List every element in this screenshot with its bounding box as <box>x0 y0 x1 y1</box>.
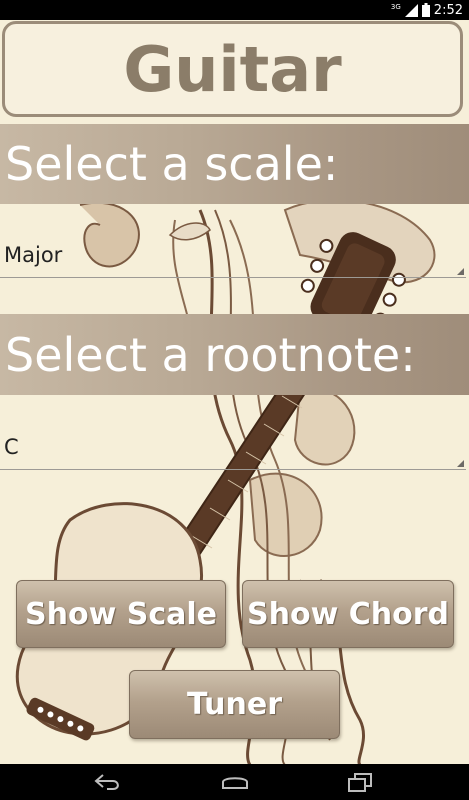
home-button[interactable] <box>215 770 255 794</box>
scale-spinner[interactable]: Major <box>0 234 466 278</box>
status-icons: 3G 2:52 <box>391 2 463 18</box>
signal-icon <box>404 3 418 17</box>
back-button[interactable] <box>88 770 128 794</box>
rootnote-spinner[interactable]: C <box>0 426 466 470</box>
scale-section-header: Select a scale: <box>0 124 469 204</box>
rootnote-section-header: Select a rootnote: <box>0 314 469 395</box>
app-title: Guitar <box>123 32 342 106</box>
recent-apps-icon <box>348 773 372 792</box>
scale-spinner-value: Major <box>4 243 63 267</box>
rootnote-spinner-value: C <box>4 435 19 459</box>
recent-apps-button[interactable] <box>340 770 380 794</box>
status-time: 2:52 <box>433 2 463 18</box>
app-title-box: Guitar <box>2 21 463 117</box>
tuner-button[interactable]: Tuner <box>129 670 340 739</box>
battery-icon <box>421 3 430 17</box>
show-chord-button[interactable]: Show Chord <box>242 580 454 648</box>
status-bar: 3G 2:52 <box>0 0 469 20</box>
home-icon <box>222 777 248 789</box>
back-icon <box>94 774 119 790</box>
show-scale-button[interactable]: Show Scale <box>16 580 226 648</box>
dropdown-arrow-icon <box>457 268 464 275</box>
dropdown-arrow-icon <box>457 460 464 467</box>
network-type-label: 3G <box>390 2 401 11</box>
navigation-bar <box>0 764 469 800</box>
